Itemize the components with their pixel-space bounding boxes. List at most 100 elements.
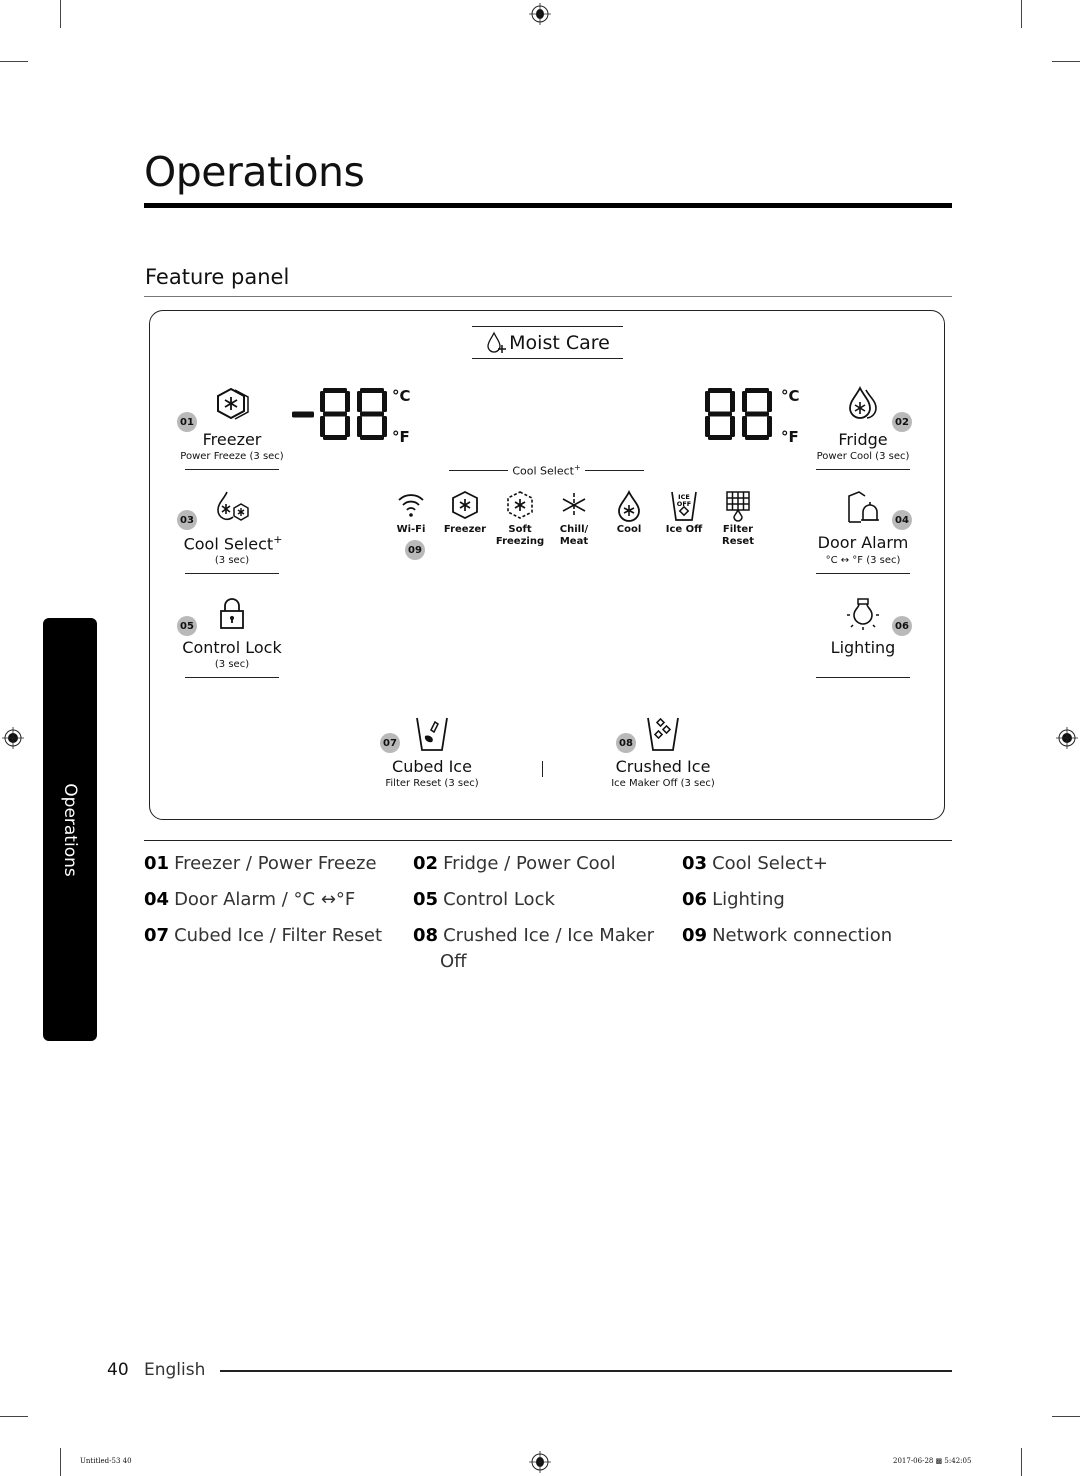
fridge-unit-f: °F xyxy=(781,428,799,446)
side-tab-label: Operations xyxy=(60,782,80,877)
digit-segment xyxy=(745,435,769,440)
freezer-unit-f: °F xyxy=(392,428,410,446)
number-badge-02: 02 xyxy=(892,412,912,432)
indicator-cool-drop: Cool xyxy=(602,489,656,536)
legend-text: Cubed Ice / Filter Reset xyxy=(174,925,383,946)
digit-segment xyxy=(767,416,772,437)
indicator-label: Freezer xyxy=(443,524,487,535)
light-bulb-icon[interactable] xyxy=(845,596,881,632)
freezer-hexagon-icon[interactable] xyxy=(213,387,253,421)
digit-segment xyxy=(708,435,732,440)
digit-segment xyxy=(730,391,735,412)
legend-text: Freezer / Power Freeze xyxy=(174,853,377,874)
side-tab[interactable]: Operations xyxy=(43,618,97,1041)
digit-segment xyxy=(360,435,384,440)
digit-segment xyxy=(730,416,735,437)
control-lock-button[interactable]: Control Lock xyxy=(172,638,292,657)
cool-select-icon[interactable] xyxy=(213,490,253,526)
cool-select-sup: + xyxy=(273,533,283,546)
page-title: Operations xyxy=(144,148,365,196)
freezer-unit-c: °C xyxy=(392,387,411,405)
digit-segment xyxy=(745,411,769,417)
digit-segment xyxy=(742,391,747,412)
crop-mark xyxy=(60,0,61,28)
number-badge-09: 09 xyxy=(405,540,425,560)
legend-rule xyxy=(144,840,952,841)
crushed-ice-button[interactable]: Crushed Ice xyxy=(603,757,723,776)
indicator-filter-reset: Filter Reset xyxy=(711,490,765,548)
cool-select-sub: (3 sec) xyxy=(214,555,250,566)
print-file-info: Untitled-53 40 xyxy=(80,1457,132,1465)
legend-number: 03 xyxy=(682,853,708,874)
indicator-label: Cool xyxy=(616,524,642,535)
fridge-temp-display xyxy=(705,388,772,440)
legend-item-09: 09 Network connection xyxy=(682,923,892,949)
wifi-icon xyxy=(384,490,438,522)
crushed-ice-icon[interactable] xyxy=(645,716,681,754)
fridge-button[interactable]: Fridge xyxy=(816,430,910,449)
number-badge-01: 01 xyxy=(177,412,197,432)
legend-number: 09 xyxy=(682,925,708,946)
digit-segment xyxy=(708,411,732,417)
lighting-button[interactable]: Lighting xyxy=(816,638,910,657)
legend-number: 01 xyxy=(144,853,170,874)
door-alarm-icon[interactable] xyxy=(845,490,881,526)
legend-number: 05 xyxy=(413,889,439,910)
indicator-soft-freezing: Soft Freezing xyxy=(493,490,547,548)
digit-segment xyxy=(345,416,350,437)
indicator-label: Ice Off xyxy=(665,524,703,535)
digit-segment xyxy=(705,391,710,412)
door-alarm-sub: °C ↔ °F (3 sec) xyxy=(825,555,901,566)
crop-mark xyxy=(0,1416,28,1417)
divider xyxy=(542,761,543,777)
filter-reset-sub: Filter Reset (3 sec) xyxy=(385,778,479,789)
page-language: English xyxy=(144,1360,206,1380)
crop-mark xyxy=(1021,1448,1022,1476)
digit-segment xyxy=(767,391,772,412)
legend-item-06: 06 Lighting xyxy=(682,887,785,913)
number-badge-05: 05 xyxy=(177,616,197,636)
moist-care-button[interactable]: Moist Care xyxy=(472,326,623,359)
ice-maker-off-sub: Ice Maker Off (3 sec) xyxy=(611,778,715,789)
digit-segment xyxy=(357,391,362,412)
cubed-ice-button[interactable]: Cubed Ice xyxy=(372,757,492,776)
cool-drop-icon xyxy=(602,489,656,522)
legend-number: 04 xyxy=(144,889,170,910)
legend-text: Fridge / Power Cool xyxy=(443,853,616,874)
control-lock-sub: (3 sec) xyxy=(214,659,250,670)
legend-text: Crushed Ice / Ice Maker xyxy=(443,925,655,946)
section-rule xyxy=(144,296,952,297)
registration-mark-icon xyxy=(2,727,24,749)
feature-underline xyxy=(185,677,279,678)
digit-segment xyxy=(360,388,384,393)
feature-underline xyxy=(185,573,279,574)
indicator-ice-off: ICE OFF Ice Off xyxy=(657,490,711,536)
legend-number: 07 xyxy=(144,925,170,946)
door-alarm-button[interactable]: Door Alarm xyxy=(808,533,918,552)
moist-care-label: Moist Care xyxy=(509,331,610,354)
title-rule xyxy=(144,203,952,208)
legend-text: Lighting xyxy=(712,889,785,910)
legend-number: 02 xyxy=(413,853,439,874)
legend-number: 06 xyxy=(682,889,708,910)
fridge-unit-c: °C xyxy=(781,387,800,405)
cubed-ice-icon[interactable] xyxy=(414,716,450,754)
power-cool-sub: Power Cool (3 sec) xyxy=(816,451,910,462)
feature-underline xyxy=(185,469,279,470)
legend-text: Network connection xyxy=(712,925,893,946)
crop-mark xyxy=(1021,0,1022,28)
freezer-button[interactable]: Freezer xyxy=(185,430,279,449)
legend-text: Door Alarm / °C ↔°F xyxy=(174,889,356,910)
indicator-wifi: Wi-Fi xyxy=(384,490,438,536)
digit-segment xyxy=(323,388,347,393)
cool-select-button[interactable]: Cool Select+ xyxy=(178,533,288,553)
legend-text: Cool Select+ xyxy=(712,853,828,874)
legend-item-04: 04 Door Alarm / °C ↔°F xyxy=(144,887,355,913)
soft-freezing-icon xyxy=(493,490,547,522)
digit-segment xyxy=(357,416,362,437)
fridge-drops-icon[interactable] xyxy=(845,385,881,423)
number-badge-06: 06 xyxy=(892,616,912,636)
legend-item-07: 07 Cubed Ice / Filter Reset xyxy=(144,923,382,949)
lock-icon[interactable] xyxy=(218,597,246,631)
cool-select-label: Cool Select xyxy=(183,534,274,554)
